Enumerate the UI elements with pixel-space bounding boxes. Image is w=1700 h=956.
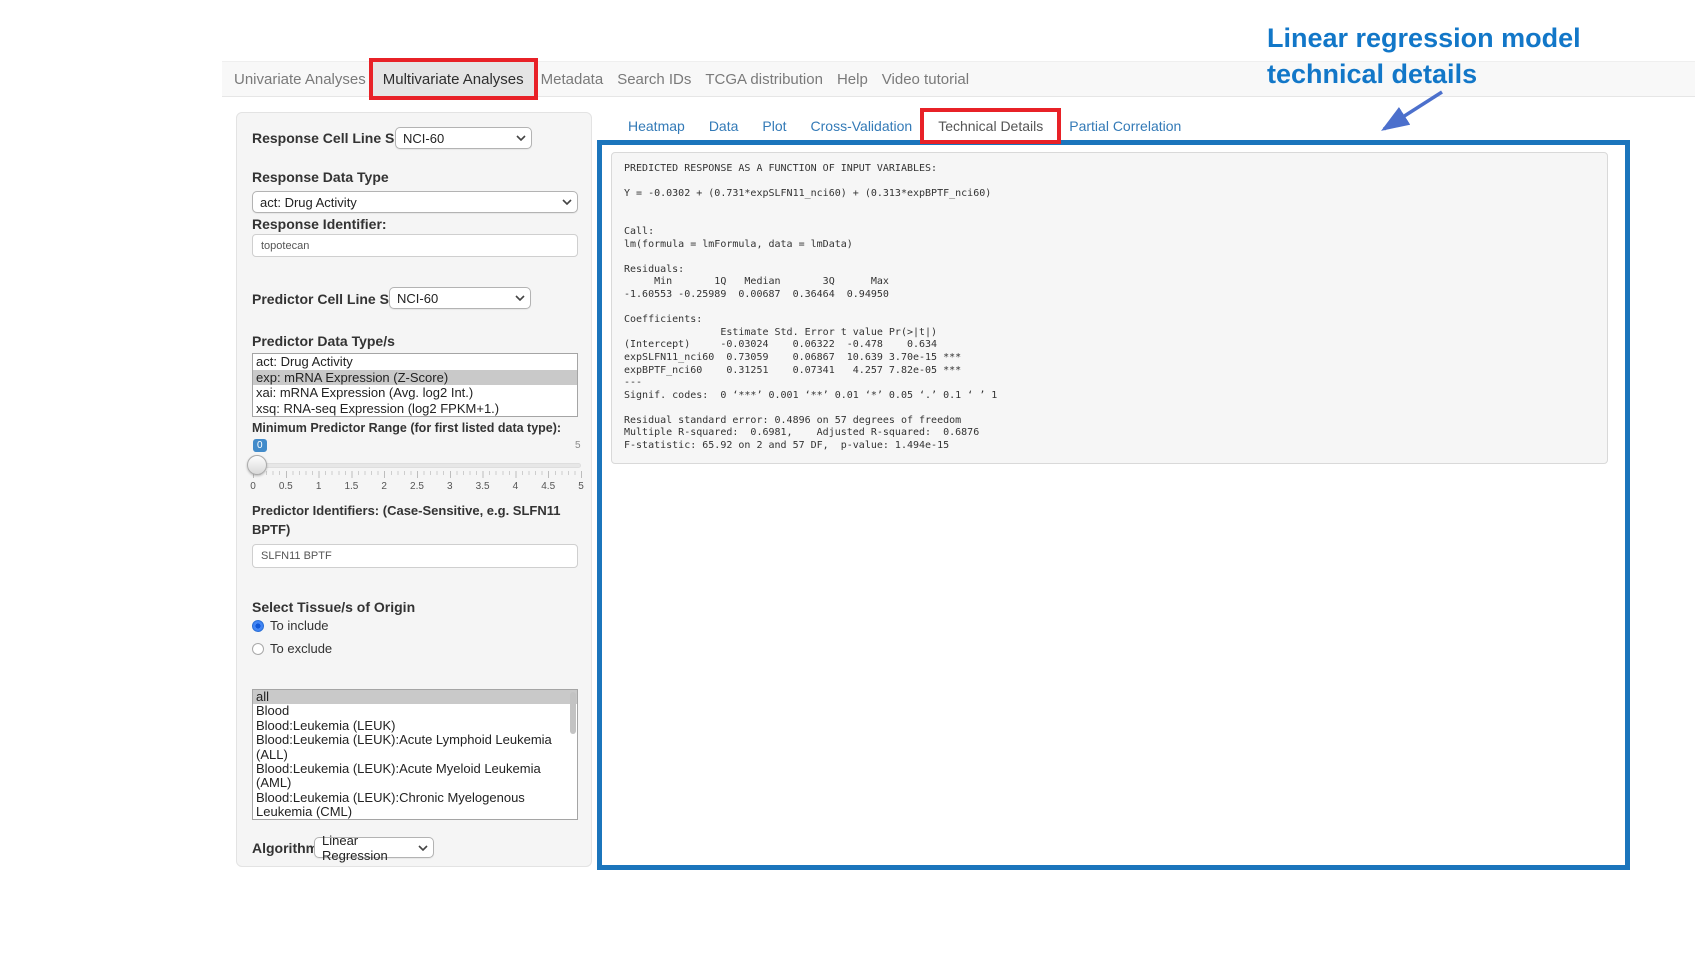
response-data-type-select[interactable]: act: Drug Activity <box>252 191 578 213</box>
nav-item-video-tutorial[interactable]: Video tutorial <box>875 62 976 96</box>
slider-tick-label: 0 <box>250 481 256 492</box>
predictor-data-types-label: Predictor Data Type/s <box>252 333 395 349</box>
nav-item-metadata[interactable]: Metadata <box>534 62 611 96</box>
algorithm-select[interactable]: Linear Regression <box>314 837 434 858</box>
list-option[interactable]: Blood:Leukemia (LEUK):Chronic Myelogenou… <box>253 791 577 820</box>
slider-tick-label: 5 <box>578 481 584 492</box>
tab-plot[interactable]: Plot <box>750 112 798 140</box>
tab-heatmap[interactable]: Heatmap <box>616 112 697 140</box>
nav-item-multivariate-analyses[interactable]: Multivariate Analyses <box>373 62 534 96</box>
slider-tick-label: 3.5 <box>476 481 490 492</box>
radio-to-include-label: To include <box>270 618 329 633</box>
tab-cross-validation[interactable]: Cross-Validation <box>799 112 925 140</box>
scrollbar-thumb[interactable] <box>570 692 576 734</box>
radio-icon <box>252 620 264 632</box>
algorithm-label: Algorithm <box>252 840 318 856</box>
tab-data[interactable]: Data <box>697 112 751 140</box>
response-data-type-label: Response Data Type <box>252 169 389 185</box>
nav-item-univariate-analyses[interactable]: Univariate Analyses <box>227 62 373 96</box>
slider-max-label: 5 <box>575 440 581 451</box>
response-identifier-input[interactable]: topotecan <box>252 234 578 257</box>
min-predictor-range-slider: 0 5 0 0.5 1 1.5 2 2.5 3 3.5 4 4.5 5 <box>237 437 593 497</box>
sidebar-panel: Response Cell Line Set NCI-60 Response D… <box>236 112 592 867</box>
slider-value-badge: 0 <box>253 439 267 452</box>
list-option[interactable]: Blood:Leukemia (LEUK) <box>253 719 577 733</box>
algorithm-value: Linear Regression <box>322 833 414 863</box>
response-data-type-value: act: Drug Activity <box>260 195 357 210</box>
list-option[interactable]: xai: mRNA Expression (Avg. log2 Int.) <box>253 385 577 401</box>
chevron-down-icon <box>418 845 428 851</box>
nav-item-tcga-distribution[interactable]: TCGA distribution <box>698 62 830 96</box>
predictor-identifiers-label: Predictor Identifiers: (Case-Sensitive, … <box>252 501 596 539</box>
predictor-identifiers-input[interactable]: SLFN11 BPTF <box>252 544 578 568</box>
predictor-cell-line-set-label: Predictor Cell Line Set <box>252 291 401 307</box>
response-cell-line-set-select[interactable]: NCI-60 <box>395 127 532 149</box>
predictor-identifiers-value: SLFN11 BPTF <box>261 550 332 562</box>
response-cell-line-set-value: NCI-60 <box>403 131 444 146</box>
technical-details-highlight-box: PREDICTED RESPONSE AS A FUNCTION OF INPU… <box>597 140 1630 870</box>
radio-to-exclude[interactable]: To exclude <box>252 641 332 656</box>
response-identifier-label: Response Identifier: <box>252 216 387 232</box>
list-option[interactable]: Blood <box>253 704 577 718</box>
list-option[interactable]: all <box>253 690 577 704</box>
predictor-cell-line-set-value: NCI-60 <box>397 291 438 306</box>
slider-tick-label: 0.5 <box>279 481 293 492</box>
tissue-origin-label: Select Tissue/s of Origin <box>252 599 415 615</box>
tab-partial-correlation[interactable]: Partial Correlation <box>1057 112 1193 140</box>
slider-tick-label: 2 <box>381 481 387 492</box>
page: Univariate Analyses Multivariate Analyse… <box>0 0 1700 956</box>
slider-tick-label: 4 <box>513 481 519 492</box>
annotation-caption-line2: technical details <box>1267 56 1687 92</box>
slider-tick-label: 1 <box>316 481 322 492</box>
list-option[interactable]: Blood:Leukemia (LEUK):Acute Myeloid Leuk… <box>253 762 577 791</box>
radio-to-exclude-label: To exclude <box>270 641 332 656</box>
tissue-listbox: all Blood Blood:Leukemia (LEUK) Blood:Le… <box>252 689 578 820</box>
nav-item-search-ids[interactable]: Search IDs <box>610 62 698 96</box>
technical-details-output: PREDICTED RESPONSE AS A FUNCTION OF INPU… <box>611 152 1608 464</box>
radio-icon <box>252 643 264 655</box>
list-option[interactable]: act: Drug Activity <box>253 354 577 370</box>
chevron-down-icon <box>515 295 525 301</box>
annotation-caption-line1: Linear regression model <box>1267 20 1687 56</box>
slider-track[interactable] <box>253 463 581 468</box>
slider-tick-label: 4.5 <box>541 481 555 492</box>
list-option[interactable]: exp: mRNA Expression (Z-Score) <box>253 370 577 386</box>
chevron-down-icon <box>562 199 572 205</box>
radio-to-include[interactable]: To include <box>252 618 329 633</box>
annotation-caption: Linear regression model technical detail… <box>1267 20 1687 92</box>
list-option[interactable]: xsq: RNA-seq Expression (log2 FPKM+1.) <box>253 401 577 417</box>
slider-major-ticks <box>253 471 582 478</box>
slider-handle[interactable] <box>247 455 267 475</box>
min-predictor-range-label: Minimum Predictor Range (for first liste… <box>252 421 561 435</box>
nav-item-help[interactable]: Help <box>830 62 875 96</box>
annotation-arrow-icon <box>1368 86 1452 142</box>
response-identifier-value: topotecan <box>261 240 309 252</box>
slider-tick-label: 1.5 <box>344 481 358 492</box>
tab-technical-details[interactable]: Technical Details <box>924 112 1057 140</box>
result-tabs-bar: Heatmap Data Plot Cross-Validation Techn… <box>616 112 1193 140</box>
list-option[interactable]: Blood:Leukemia (LEUK):Acute Lymphoid Leu… <box>253 733 577 762</box>
slider-tick-label: 3 <box>447 481 453 492</box>
predictor-data-types-listbox: act: Drug Activity exp: mRNA Expression … <box>252 353 578 417</box>
predictor-cell-line-set-select[interactable]: NCI-60 <box>389 287 531 309</box>
response-cell-line-set-label: Response Cell Line Set <box>252 130 407 146</box>
chevron-down-icon <box>516 135 526 141</box>
slider-tick-label: 2.5 <box>410 481 424 492</box>
